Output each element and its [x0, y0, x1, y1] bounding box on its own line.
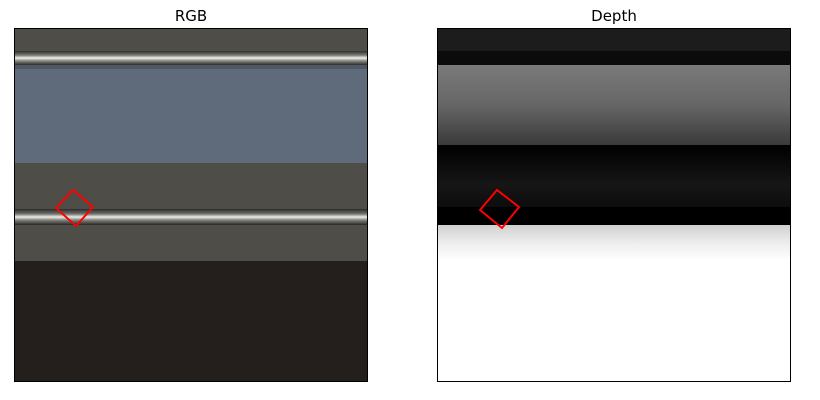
- depth-wall-band: [438, 65, 790, 145]
- depth-lower-rod: [438, 207, 790, 225]
- depth-image: [438, 29, 790, 381]
- rgb-blue-wall: [15, 65, 367, 163]
- rgb-image: [15, 29, 367, 381]
- rgb-panel-title: RGB: [174, 7, 208, 25]
- depth-panel-title: Depth: [591, 7, 637, 25]
- rgb-upper-rod: [15, 51, 367, 65]
- depth-floor-region: [438, 261, 790, 381]
- rgb-floor-region: [15, 261, 367, 381]
- rgb-lower-rod: [15, 209, 367, 225]
- rgb-top-wall-region: [15, 29, 367, 51]
- depth-image-panel: [437, 28, 791, 382]
- depth-upper-rod: [438, 51, 790, 65]
- figure-canvas: RGB Depth: [0, 0, 820, 400]
- depth-floor-gradient: [438, 225, 790, 261]
- rgb-image-panel: [14, 28, 368, 382]
